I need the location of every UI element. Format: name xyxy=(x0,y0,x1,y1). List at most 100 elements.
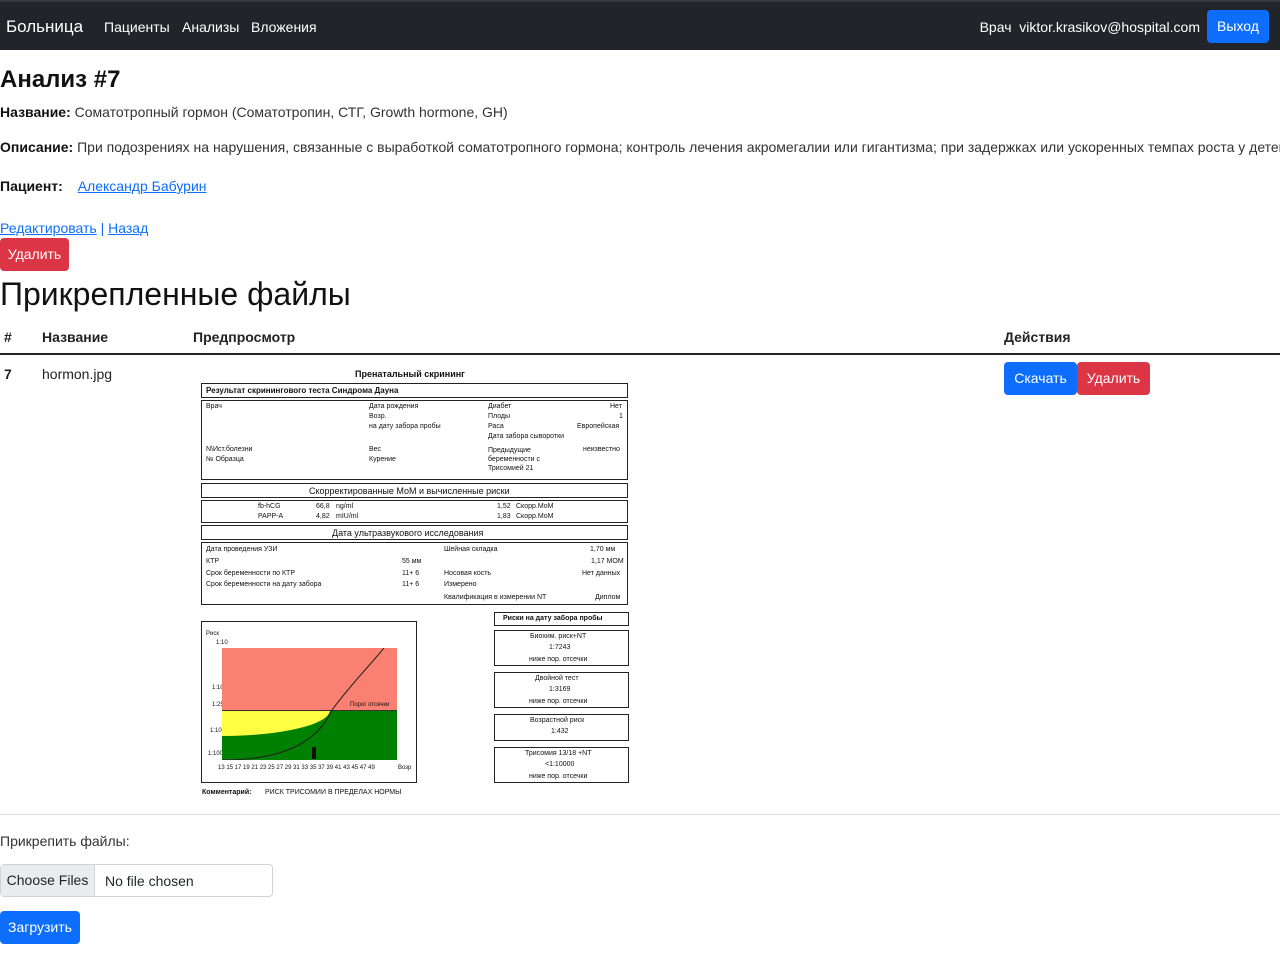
preview-fetuses-val: 1 xyxy=(619,413,623,420)
preview-birth-date: Дата рождения xyxy=(369,403,419,410)
preview-smoking: Курение xyxy=(369,456,396,463)
column-header-preview: Предпросмотр xyxy=(193,329,296,345)
preview-risk-note: ниже пор. отсечки xyxy=(529,656,588,663)
preview-mom-header-box: Скорректированные МоМ и вычисленные риск… xyxy=(201,483,628,498)
analysis-name-field: Название: Соматотропный гормон (Соматотр… xyxy=(0,104,508,120)
preview-chart-threshold-label: Порог отсечки xyxy=(350,702,390,708)
preview-risk-value: 1:3169 xyxy=(549,686,571,693)
delete-analysis-button[interactable]: Удалить xyxy=(0,238,69,271)
preview-risk-value: <1:10000 xyxy=(545,761,575,768)
attached-files-heading: Прикрепленные файлы xyxy=(0,276,351,312)
preview-risks-header-box: Риски на дату забора пробы xyxy=(494,612,629,626)
preview-marker-unit: ng/ml xyxy=(336,503,354,510)
preview-us-term-sample-val: 11+ 6 xyxy=(402,581,420,588)
preview-fetuses: Плоды xyxy=(488,413,511,420)
choose-files-button[interactable]: Choose Files xyxy=(1,865,95,896)
top-navbar: Больница Пациенты Анализы Вложения Врач … xyxy=(0,0,1280,50)
preview-markers-box: fb-hCG 66,8 ng/ml 1,52 Скорр.МоМ PAPP-A … xyxy=(201,500,628,523)
patient-link[interactable]: Александр Бабурин xyxy=(78,178,207,194)
preview-prev-preg-val: неизвестно xyxy=(583,446,620,453)
preview-weight: Вес xyxy=(369,446,382,453)
preview-title: Пренатальный скрининг xyxy=(355,369,465,379)
analysis-description-label: Описание: xyxy=(0,139,74,155)
file-input[interactable]: Choose Files No file chosen xyxy=(0,864,273,897)
preview-comment-label: Комментарий: xyxy=(202,789,252,796)
preview-us-qual: Квалификация в измерении NT xyxy=(444,594,547,601)
preview-risk-note: ниже пор. отсечки xyxy=(529,773,588,780)
brand-link[interactable]: Больница xyxy=(6,17,83,37)
preview-age-at-sample: на дату забора пробы xyxy=(369,423,441,430)
analysis-patient-label: Пациент: xyxy=(0,178,63,194)
preview-race: Раса xyxy=(488,423,504,430)
nav-link-analyses[interactable]: Анализы xyxy=(182,19,239,35)
preview-us-header-box: Дата ультразвукового исследования xyxy=(201,525,628,540)
preview-info-box: Врач Дата рождения Возр. на дату забора … xyxy=(201,400,628,480)
table-header-divider xyxy=(0,353,1280,355)
preview-us-ktr: КТР xyxy=(206,558,220,565)
preview-risks-header: Риски на дату забора пробы xyxy=(503,615,603,622)
preview-us-nt: Шейная складка xyxy=(444,546,498,553)
logout-button[interactable]: Выход xyxy=(1207,10,1269,43)
upload-button[interactable]: Загрузить xyxy=(0,911,80,944)
preview-marker-mom-label: Скорр.МоМ xyxy=(516,513,554,520)
file-name: hormon.jpg xyxy=(42,366,113,382)
analysis-description-value: При подозрениях на нарушения, связанные … xyxy=(77,139,1280,155)
preview-us-nasal: Носовая кость xyxy=(444,570,492,577)
edit-link[interactable]: Редактировать xyxy=(0,220,97,236)
user-email: viktor.krasikov@hospital.com xyxy=(1019,19,1200,35)
preview-risk-box: Двойной тест 1:3169 ниже пор. отсечки xyxy=(494,672,629,708)
preview-chart-risk-label: Риск xyxy=(206,631,219,637)
preview-risk-name: Двойной тест xyxy=(535,675,579,682)
preview-mom-header: Скорректированные МоМ и вычисленные риск… xyxy=(309,486,510,496)
preview-us-nt-mom: 1,17 МОМ xyxy=(591,558,624,565)
file-preview-image[interactable]: Пренатальный скрининг Результат скрининг… xyxy=(198,364,632,802)
preview-diabetes-val: Нет xyxy=(610,403,622,410)
preview-risk-value: 1:432 xyxy=(551,728,569,735)
nav-link-attachments[interactable]: Вложения xyxy=(251,19,317,35)
preview-us-box: Дата проведения УЗИ КТР 55 мм Срок берем… xyxy=(201,542,628,605)
preview-us-qual-val: Диплом xyxy=(595,594,621,601)
preview-diabetes: Диабет xyxy=(488,403,512,410)
analysis-name-label: Название: xyxy=(0,104,71,120)
analysis-description-field: Описание: При подозрениях на нарушения, … xyxy=(0,139,1280,155)
back-link[interactable]: Назад xyxy=(108,220,148,236)
preview-risk-value: 1:7243 xyxy=(549,644,571,651)
preview-risk-note: ниже пор. отсечки xyxy=(529,698,588,705)
preview-us-nt-val: 1,70 мм xyxy=(590,546,616,553)
preview-marker-value: 66,8 xyxy=(316,503,330,510)
preview-risk-box: Трисомия 13/18 +NT <1:10000 ниже пор. от… xyxy=(494,747,629,783)
preview-result-header: Результат скринингового теста Синдрома Д… xyxy=(206,386,399,395)
preview-race-val: Европейская xyxy=(577,423,620,430)
preview-marker-mom: 1,52 xyxy=(497,503,511,510)
no-file-text: No file chosen xyxy=(105,873,194,889)
download-file-button[interactable]: Скачать xyxy=(1004,362,1077,395)
preview-us-ktr-val: 55 мм xyxy=(402,558,422,565)
user-role: Врач xyxy=(979,19,1012,35)
column-header-actions: Действия xyxy=(1004,329,1071,345)
preview-prev-preg: Предыдущие беременности с Трисомией 21 xyxy=(488,447,541,472)
preview-us-term-ktr-val: 11+ 6 xyxy=(402,570,420,577)
attach-files-label: Прикрепить файлы: xyxy=(0,833,130,849)
preview-risk-chart: Риск 1:10 1:100 1:250 1:1000 1:10000 Пор… xyxy=(201,621,417,783)
delete-file-button[interactable]: Удалить xyxy=(1077,362,1150,395)
column-header-name: Название xyxy=(42,329,109,345)
preview-us-nasal-val: Нет данных xyxy=(582,570,621,577)
preview-marker-mom: 1,83 xyxy=(497,513,511,520)
page-title: Анализ #7 xyxy=(0,66,121,93)
preview-risk-name: Биохим. риск+NT xyxy=(530,633,587,640)
preview-doctor: Врач xyxy=(206,403,222,410)
preview-us-measured: Измерено xyxy=(444,581,477,588)
preview-risk-name: Возрастной риск xyxy=(530,717,585,724)
analysis-name-value: Соматотропный гормон (Соматотропин, СТГ,… xyxy=(74,104,508,120)
preview-us-header: Дата ультразвукового исследования xyxy=(332,528,484,538)
preview-risk-name: Трисомия 13/18 +NT xyxy=(525,750,592,757)
preview-sample-no: № Образца xyxy=(206,456,244,463)
preview-marker-value: 4,82 xyxy=(316,513,330,520)
current-user: Врач viktor.krasikov@hospital.com xyxy=(980,19,1200,35)
nav-link-patients[interactable]: Пациенты xyxy=(104,19,170,35)
preview-history-no: N\Ист.болезни xyxy=(206,446,253,453)
preview-marker-unit: mIU/ml xyxy=(336,513,359,520)
preview-risk-box: Биохим. риск+NT 1:7243 ниже пор. отсечки xyxy=(494,630,629,666)
preview-age: Возр. xyxy=(369,413,387,420)
column-header-number: # xyxy=(4,329,12,345)
